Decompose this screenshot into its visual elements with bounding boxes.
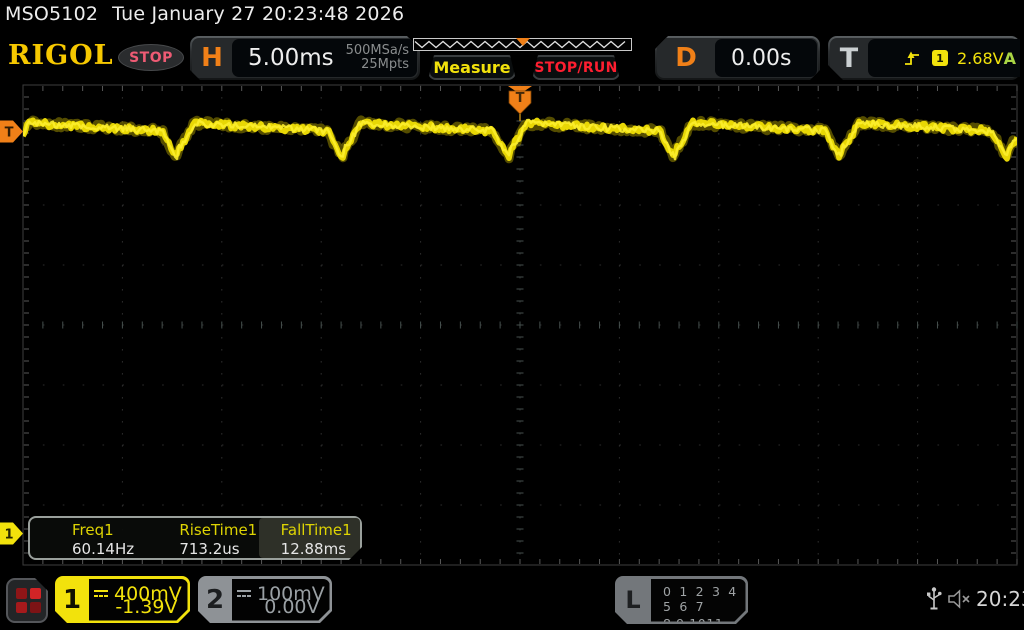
channel1-badge[interactable]: 1 400mV -1.39V — [55, 576, 190, 623]
logic-label: L — [625, 586, 641, 614]
channel1-ground-marker[interactable]: 1 — [0, 522, 23, 545]
channel1-number: 1 — [62, 584, 82, 615]
memory-depth-value: 25Mpts — [361, 57, 409, 72]
trigger-label: T — [839, 42, 859, 74]
graticule-grid — [22, 84, 1018, 566]
measurement-freq1[interactable]: Freq1 60.14Hz — [30, 518, 151, 558]
trigger-level-marker[interactable]: T — [0, 120, 23, 143]
svg-text:1: 1 — [4, 528, 13, 543]
clock-label: 20:23 — [976, 587, 1024, 611]
horizontal-label: H — [201, 43, 223, 73]
rising-edge-icon — [904, 50, 921, 67]
sample-rate-value: 500MSa/s — [345, 43, 409, 58]
delay-block[interactable]: D 0.00s — [655, 36, 820, 80]
speaker-muted-icon — [948, 589, 970, 609]
stop-run-button[interactable]: STOP/RUN — [532, 55, 620, 80]
usb-icon — [927, 587, 942, 610]
measurement-panel: Freq1 60.14Hz RiseTime1 713.2us FallTime… — [28, 516, 362, 560]
model-label: MSO5102 — [5, 3, 99, 25]
measurement-value: 60.14Hz — [72, 540, 135, 558]
measurement-label: RiseTime1 — [179, 521, 258, 539]
trigger-position-marker[interactable]: T — [508, 86, 532, 121]
svg-text:T: T — [5, 126, 14, 141]
logic-row1: 0 1 2 3 4 5 6 7 — [663, 583, 739, 614]
channel2-badge[interactable]: 2 100mV 0.00V — [198, 576, 332, 623]
trigger-source-badge: 1 — [932, 50, 948, 66]
svg-text:T: T — [516, 91, 525, 106]
logic-row2: 8 9 1011 12131415 — [663, 615, 724, 630]
horizontal-settings-block[interactable]: H 5.00ms 500MSa/s 25Mpts — [190, 36, 420, 80]
dc-coupling-icon — [236, 588, 253, 600]
measurement-label: Freq1 — [72, 521, 114, 539]
channel1-offset: -1.39V — [115, 595, 178, 618]
trigger-level-value: 2.68V — [957, 48, 1004, 68]
waveform-menu-icon[interactable] — [6, 578, 48, 623]
channel2-offset: 0.00V — [264, 595, 320, 618]
dc-coupling-icon — [93, 588, 110, 600]
measurement-falltime1[interactable]: FallTime1 12.88ms — [259, 518, 360, 558]
measurement-value: 12.88ms — [280, 540, 347, 558]
timebase-value: 5.00ms — [248, 45, 334, 71]
delay-label: D — [675, 43, 697, 73]
measurement-risetime1[interactable]: RiseTime1 713.2us — [151, 518, 258, 558]
delay-value: 0.00s — [731, 45, 792, 71]
acquisition-status-badge: STOP — [118, 44, 184, 71]
datetime-label: Tue January 27 20:23:48 2026 — [112, 3, 405, 25]
trigger-sweep-mode: A — [1003, 48, 1016, 68]
channel1-trace — [23, 115, 1017, 164]
measure-button[interactable]: Measure — [428, 55, 516, 80]
oscilloscope-screen: T T 1 MSO5102 Tue January 27 20:23:48 202… — [0, 0, 1024, 630]
measurement-label: FallTime1 — [280, 521, 352, 539]
trigger-block[interactable]: T 1 2.68V A — [828, 36, 1020, 80]
channel2-number: 2 — [205, 584, 225, 615]
logic-channels-badge[interactable]: L 0 1 2 3 4 5 6 7 8 9 1011 12131415 — [615, 576, 748, 624]
measurement-value: 713.2us — [179, 540, 240, 558]
rigol-logo: RIGOL — [8, 40, 114, 71]
top-info-bar: MSO5102 Tue January 27 20:23:48 2026 — [5, 3, 418, 25]
